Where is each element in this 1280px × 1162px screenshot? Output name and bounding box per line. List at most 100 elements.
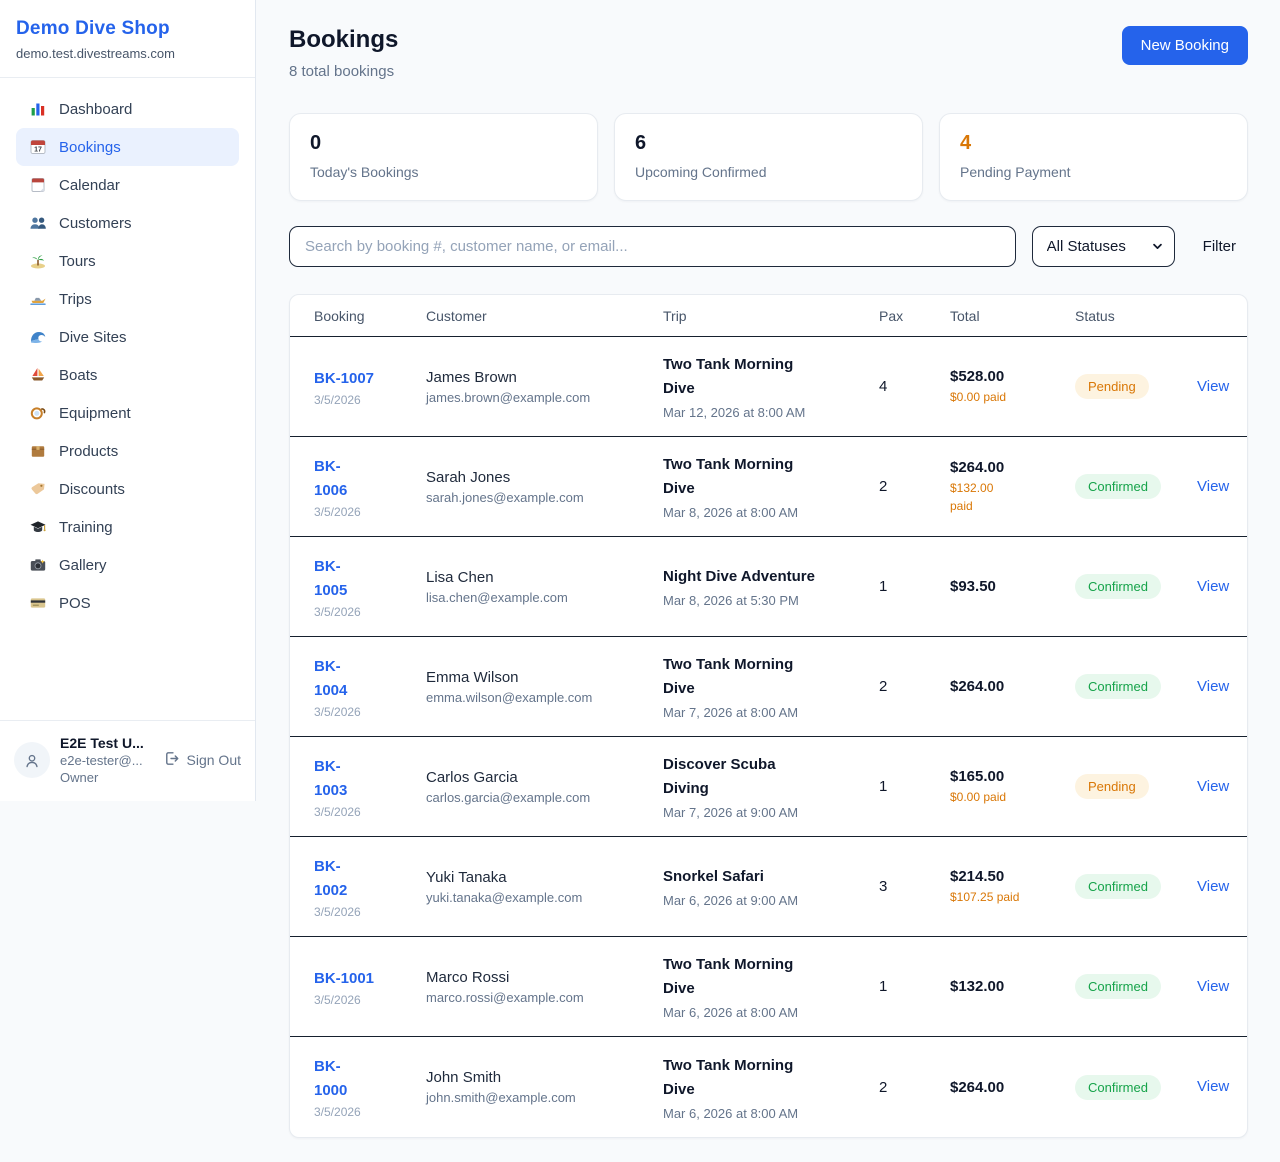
status-badge: Confirmed xyxy=(1075,1075,1161,1100)
sidebar-item-calendar[interactable]: Calendar xyxy=(16,166,239,204)
status-badge: Pending xyxy=(1075,774,1149,799)
sidebar-item-label: Gallery xyxy=(59,557,107,574)
training-icon xyxy=(29,518,47,536)
view-link[interactable]: View xyxy=(1197,678,1229,695)
trip-datetime: Mar 6, 2026 at 9:00 AM xyxy=(663,893,865,908)
search-input[interactable] xyxy=(289,226,1016,267)
sidebar-item-discounts[interactable]: Discounts xyxy=(16,470,239,508)
sidebar-item-gallery[interactable]: Gallery xyxy=(16,546,239,584)
pax-value: 1 xyxy=(879,578,950,595)
customer-email: marco.rossi@example.com xyxy=(426,990,649,1005)
booking-link[interactable]: BK- 1003 xyxy=(314,755,347,803)
trip-datetime: Mar 8, 2026 at 5:30 PM xyxy=(663,593,865,608)
stat-value: 6 xyxy=(635,132,902,155)
calendar-icon xyxy=(29,176,47,194)
shop-title: Demo Dive Shop xyxy=(16,18,239,40)
booking-link[interactable]: BK- 1004 xyxy=(314,655,347,703)
status-badge: Confirmed xyxy=(1075,974,1161,999)
booking-link[interactable]: BK- 1000 xyxy=(314,1055,347,1103)
boats-icon xyxy=(29,366,47,384)
table-row: BK- 1003 3/5/2026 Carlos Garcia carlos.g… xyxy=(290,737,1247,837)
table-row: BK- 1006 3/5/2026 Sarah Jones sarah.jone… xyxy=(290,437,1247,537)
status-badge: Confirmed xyxy=(1075,874,1161,899)
shop-domain: demo.test.divestreams.com xyxy=(16,46,239,61)
pax-value: 1 xyxy=(879,978,950,995)
paid-amount: $132.00 paid xyxy=(950,479,1061,515)
sidebar-item-pos[interactable]: POS xyxy=(16,584,239,622)
sidebar-item-label: Trips xyxy=(59,291,92,308)
customer-email: james.brown@example.com xyxy=(426,390,649,405)
total-value: $264.00 xyxy=(950,459,1061,476)
sign-out-button[interactable]: Sign Out xyxy=(163,750,241,770)
pos-icon xyxy=(29,594,47,612)
booking-link[interactable]: BK-1001 xyxy=(314,967,374,991)
booking-link[interactable]: BK- 1005 xyxy=(314,555,347,603)
filter-button[interactable]: Filter xyxy=(1191,230,1248,263)
sidebar-item-label: Dashboard xyxy=(59,101,132,118)
total-value: $93.50 xyxy=(950,578,1061,595)
sidebar-item-tours[interactable]: Tours xyxy=(16,242,239,280)
customer-email: yuki.tanaka@example.com xyxy=(426,890,649,905)
view-link[interactable]: View xyxy=(1197,978,1229,995)
booking-link[interactable]: BK-1007 xyxy=(314,367,374,391)
page-header: Bookings 8 total bookings New Booking xyxy=(289,26,1248,80)
equipment-icon xyxy=(29,404,47,422)
trip-name: Night Dive Adventure xyxy=(663,565,865,589)
view-link[interactable]: View xyxy=(1197,778,1229,795)
sidebar-item-equipment[interactable]: Equipment xyxy=(16,394,239,432)
customer-email: carlos.garcia@example.com xyxy=(426,790,649,805)
trips-icon xyxy=(29,290,47,308)
column-header-trip: Trip xyxy=(663,308,879,324)
customer-name: Carlos Garcia xyxy=(426,769,649,786)
total-value: $528.00 xyxy=(950,368,1061,385)
new-booking-button[interactable]: New Booking xyxy=(1122,26,1248,65)
sidebar-item-training[interactable]: Training xyxy=(16,508,239,546)
pax-value: 2 xyxy=(879,1079,950,1096)
stat-label: Today's Bookings xyxy=(310,164,577,180)
sidebar-item-customers[interactable]: Customers xyxy=(16,204,239,242)
view-link[interactable]: View xyxy=(1197,378,1229,395)
stat-label: Pending Payment xyxy=(960,164,1227,180)
view-link[interactable]: View xyxy=(1197,878,1229,895)
trip-datetime: Mar 12, 2026 at 8:00 AM xyxy=(663,405,865,420)
svg-text:17: 17 xyxy=(34,147,42,154)
column-header-booking: Booking xyxy=(314,308,426,324)
booking-link[interactable]: BK- 1006 xyxy=(314,455,347,503)
sidebar-item-label: Customers xyxy=(59,215,132,232)
sidebar-item-label: Discounts xyxy=(59,481,125,498)
customer-email: lisa.chen@example.com xyxy=(426,590,649,605)
table-body: BK-1007 3/5/2026 James Brown james.brown… xyxy=(290,337,1247,1137)
sidebar-item-products[interactable]: Products xyxy=(16,432,239,470)
sidebar-item-label: POS xyxy=(59,595,91,612)
table-row: BK- 1002 3/5/2026 Yuki Tanaka yuki.tanak… xyxy=(290,837,1247,937)
sidebar-item-boats[interactable]: Boats xyxy=(16,356,239,394)
status-select-wrap: All Statuses xyxy=(1032,226,1175,267)
total-value: $165.00 xyxy=(950,768,1061,785)
sidebar-item-dive-sites[interactable]: Dive Sites xyxy=(16,318,239,356)
view-link[interactable]: View xyxy=(1197,1078,1229,1095)
sidebar-item-bookings[interactable]: 17 Bookings xyxy=(16,128,239,166)
sidebar-item-trips[interactable]: Trips xyxy=(16,280,239,318)
customer-email: john.smith@example.com xyxy=(426,1090,649,1105)
booking-link[interactable]: BK- 1002 xyxy=(314,855,347,903)
products-icon xyxy=(29,442,47,460)
booking-date: 3/5/2026 xyxy=(314,393,412,407)
trip-datetime: Mar 7, 2026 at 9:00 AM xyxy=(663,805,865,820)
status-badge: Pending xyxy=(1075,374,1149,399)
status-filter-select[interactable]: All Statuses xyxy=(1032,226,1175,267)
sidebar-item-label: Boats xyxy=(59,367,97,384)
customer-name: Sarah Jones xyxy=(426,469,649,486)
sidebar-item-label: Products xyxy=(59,443,118,460)
sidebar-item-label: Bookings xyxy=(59,139,121,156)
sidebar-nav: Dashboard 17 Bookings Calendar Customers… xyxy=(0,78,255,720)
view-link[interactable]: View xyxy=(1197,578,1229,595)
user-email: e2e-tester@... xyxy=(60,753,144,768)
view-link[interactable]: View xyxy=(1197,478,1229,495)
sidebar-item-dashboard[interactable]: Dashboard xyxy=(16,90,239,128)
booking-date: 3/5/2026 xyxy=(314,505,412,519)
trip-name: Discover Scuba Diving xyxy=(663,753,865,801)
discounts-icon xyxy=(29,480,47,498)
column-header-pax: Pax xyxy=(879,308,950,324)
filter-row: All Statuses Filter xyxy=(289,226,1248,267)
pax-value: 2 xyxy=(879,678,950,695)
